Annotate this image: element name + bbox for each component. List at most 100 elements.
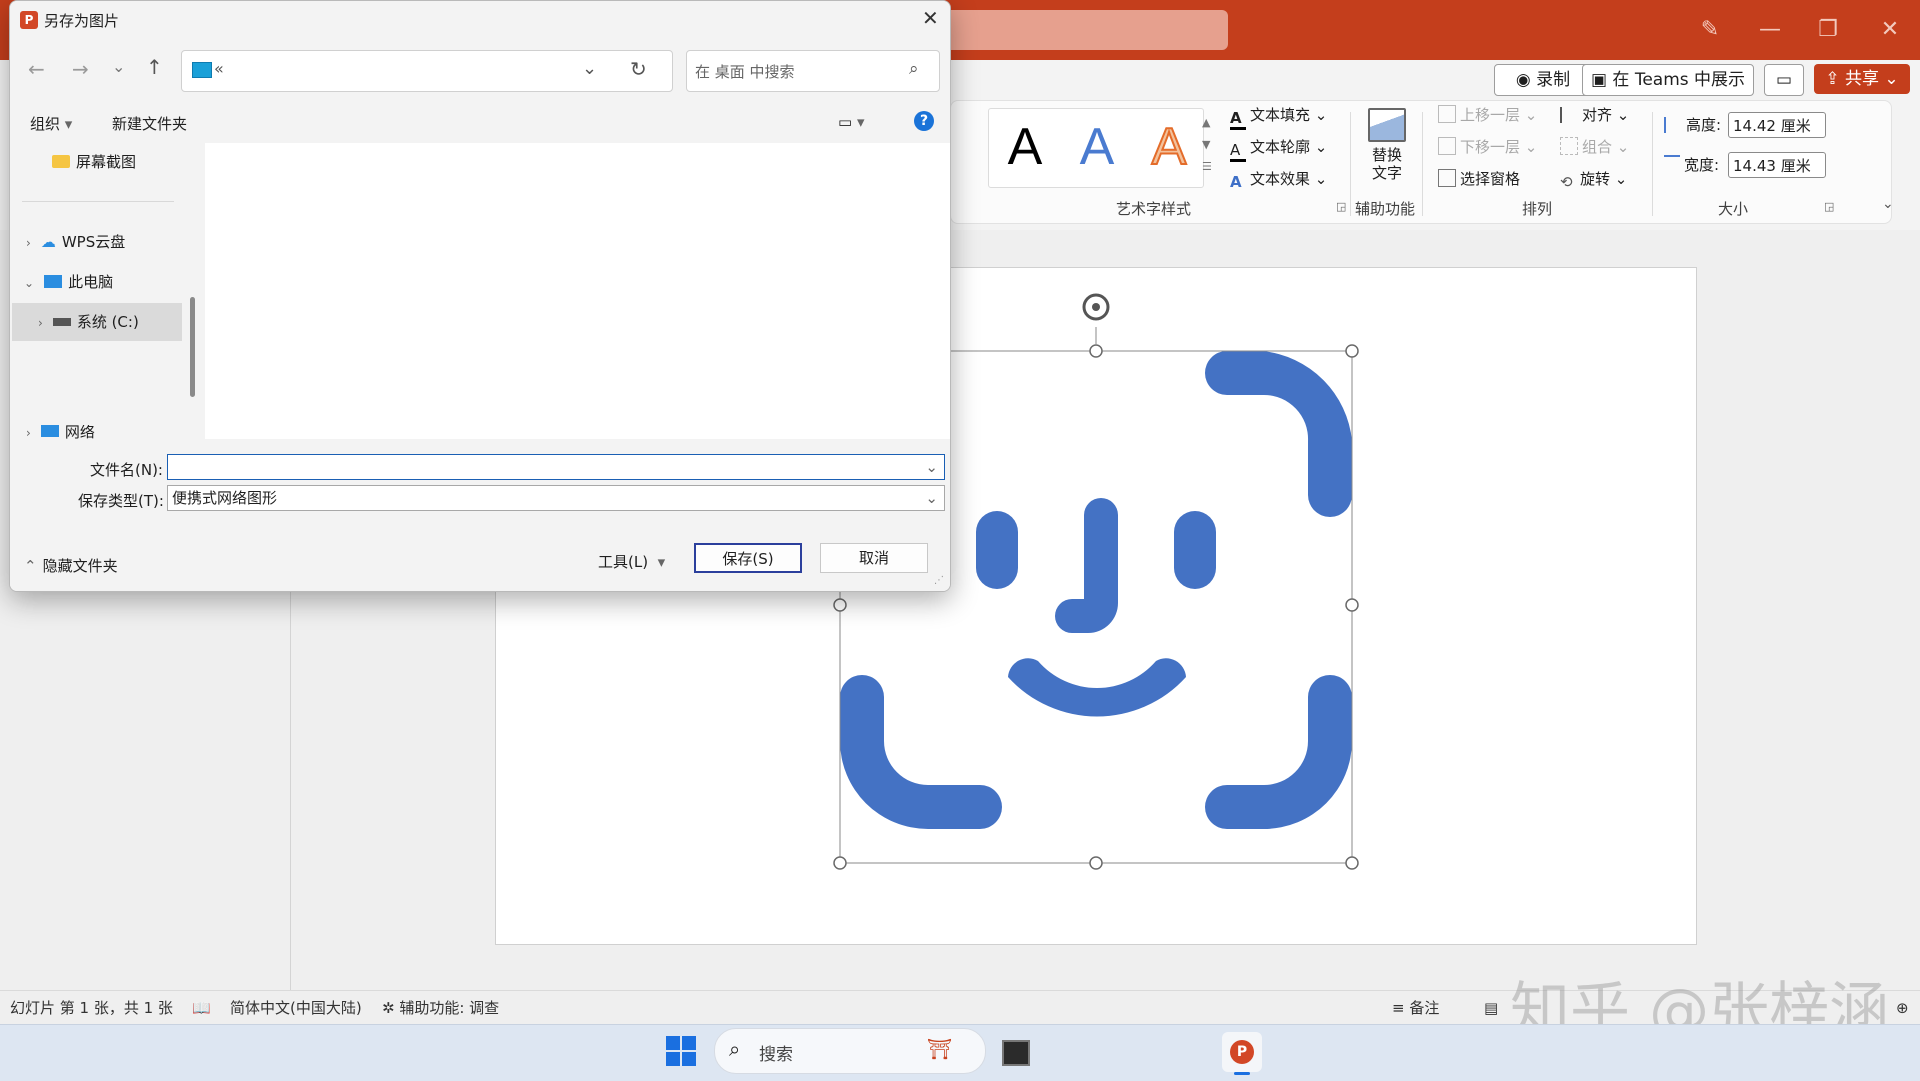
record-button[interactable]: ◉ 录制 (1494, 64, 1592, 96)
wordart-style-1[interactable]: A (995, 119, 1055, 175)
maximize-button[interactable]: ❐ (1808, 10, 1848, 50)
taskbar-search-placeholder: 搜索 (759, 1045, 793, 1065)
dialog-title-bar: P 另存为图片 ✕ (10, 1, 950, 39)
close-window-button[interactable]: ✕ (1870, 10, 1910, 50)
alt-text-icon (1368, 108, 1406, 142)
resize-handle (1345, 344, 1359, 358)
filename-dropdown-chevron-icon[interactable]: ⌄ (925, 455, 938, 479)
accessibility-status[interactable]: ✲ 辅助功能: 调查 (382, 991, 499, 1025)
present-in-teams-button[interactable]: ▣ 在 Teams 中展示 (1582, 64, 1754, 96)
width-input[interactable]: 14.43 厘米 (1728, 152, 1826, 178)
wordart-dialog-launcher-icon[interactable]: ◲ (1336, 200, 1346, 213)
task-view-icon[interactable] (1002, 1040, 1030, 1066)
comments-button[interactable]: ▭ (1764, 64, 1804, 96)
dialog-close-button[interactable]: ✕ (922, 6, 939, 30)
filetype-select[interactable]: 便携式网络图形 ⌄ (167, 485, 945, 511)
resize-handle (833, 856, 847, 870)
help-icon[interactable]: ? (914, 111, 934, 131)
align-button[interactable]: 对齐 ⌄ (1560, 104, 1629, 126)
bring-forward-icon (1438, 105, 1456, 123)
address-dropdown-chevron-icon[interactable]: ⌄ (582, 58, 597, 79)
alt-text-button[interactable]: 替换 文字 (1362, 108, 1412, 182)
height-label: 高度: (1664, 114, 1721, 136)
tools-menu[interactable]: 工具(L) ▾ (598, 551, 665, 572)
accessibility-icon: ✲ (382, 999, 400, 1017)
network-icon (40, 425, 59, 437)
text-fill-button[interactable]: A 文本填充 ⌄ (1230, 104, 1327, 130)
up-arrow-icon[interactable]: ↑ (146, 55, 163, 79)
filetype-dropdown-chevron-icon[interactable]: ⌄ (925, 486, 938, 510)
drive-icon (52, 318, 71, 326)
pen-icon[interactable]: ✎ (1690, 10, 1730, 50)
file-list-pane[interactable] (205, 143, 950, 439)
nav-item-screenshots[interactable]: 屏幕截图 (52, 147, 136, 177)
address-bar[interactable]: « ⌄ ↻ (181, 50, 673, 92)
text-effects-button[interactable]: A 文本效果 ⌄ (1230, 168, 1327, 191)
search-box[interactable]: 在 桌面 中搜索 ⌕ (686, 50, 940, 92)
taskbar-search-box[interactable]: ⌕ 搜索 ⛩ (714, 1028, 986, 1074)
view-options-button[interactable]: ▭ ▾ (838, 113, 865, 131)
bracket-top-right (1205, 351, 1352, 517)
dialog-title: 另存为图片 (44, 12, 120, 30)
send-backward-button[interactable]: 下移一层 ⌄ (1438, 136, 1537, 158)
right-eye (1174, 511, 1216, 589)
notes-button[interactable]: ≡ 备注 (1392, 991, 1439, 1025)
share-icon: ⇪ (1825, 69, 1845, 89)
expand-chevron-icon: › (26, 426, 31, 439)
nav-item-network[interactable]: › 网络 (26, 425, 95, 439)
resize-grip-icon[interactable]: ⋰ (934, 575, 944, 586)
fit-to-window-icon[interactable]: ⊕ (1896, 991, 1909, 1025)
slide-count-status[interactable]: 幻灯片 第 1 张，共 1 张 (10, 991, 173, 1025)
nav-scrollbar[interactable] (190, 297, 195, 397)
forward-arrow-icon[interactable]: → (72, 57, 89, 81)
text-outline-button[interactable]: A 文本轮廓 ⌄ (1230, 136, 1327, 162)
size-dialog-launcher-icon[interactable]: ◲ (1824, 200, 1834, 213)
refresh-icon[interactable]: ↻ (630, 57, 647, 81)
search-placeholder: 在 桌面 中搜索 (695, 63, 795, 81)
cloud-icon: ☁ (40, 233, 56, 251)
new-folder-button[interactable]: 新建文件夹 (112, 113, 187, 134)
height-input[interactable]: 14.42 厘米 (1728, 112, 1826, 138)
taskbar-powerpoint-app[interactable]: P (1222, 1032, 1262, 1075)
navigation-pane: 屏幕截图 › ☁ WPS云盘 ⌄ 此电脑 › 系统 (C:) › 网络 (10, 143, 185, 439)
back-arrow-icon[interactable]: ← (28, 57, 45, 81)
hide-folders-toggle[interactable]: ⌃ 隐藏文件夹 (24, 555, 118, 576)
nav-item-system-c[interactable]: › 系统 (C:) (38, 307, 139, 338)
group-divider (1350, 112, 1351, 216)
group-divider (1422, 112, 1423, 216)
share-button[interactable]: ⇪ 共享 ⌄ (1814, 64, 1910, 94)
save-button[interactable]: 保存(S) (694, 543, 802, 573)
recent-locations-chevron-icon[interactable]: ⌄ (112, 57, 125, 76)
nav-item-this-pc[interactable]: ⌄ 此电脑 (24, 267, 113, 298)
start-button[interactable] (666, 1036, 696, 1066)
cancel-button[interactable]: 取消 (820, 543, 928, 573)
book-icon[interactable]: 📖 (192, 991, 211, 1025)
wordart-gallery[interactable]: A A A (988, 108, 1204, 188)
resize-handle (1345, 598, 1359, 612)
dropdown-caret-icon: ▾ (64, 115, 73, 133)
resize-handle (833, 598, 847, 612)
search-icon[interactable]: ⌕ (909, 59, 919, 79)
filename-input[interactable]: ⌄ (167, 454, 945, 480)
address-breadcrumb[interactable]: « (214, 59, 224, 78)
bring-forward-button[interactable]: 上移一层 ⌄ (1438, 104, 1537, 126)
ribbon-expand-chevron-icon[interactable]: ⌄ (1882, 196, 1894, 212)
normal-view-icon[interactable]: ▤ (1484, 991, 1498, 1025)
selection-pane-button[interactable]: 选择窗格 (1438, 168, 1520, 190)
group-objects-button[interactable]: 组合 ⌄ (1560, 136, 1629, 158)
mouth (1008, 658, 1186, 717)
dropdown-caret-icon: ▾ (856, 113, 865, 131)
language-status[interactable]: 简体中文(中国大陆) (230, 991, 362, 1025)
nav-item-wps-cloud[interactable]: › ☁ WPS云盘 (26, 227, 125, 258)
align-icon (1560, 107, 1578, 123)
wordart-style-3[interactable]: A (1139, 118, 1199, 176)
wordart-style-2[interactable]: A (1067, 119, 1127, 175)
text-outline-icon: A (1230, 143, 1246, 162)
ppt-title-search-box[interactable] (940, 10, 1228, 50)
organize-menu[interactable]: 组织 ▾ (30, 113, 72, 134)
rotate-button[interactable]: ⟲ 旋转 ⌄ (1560, 168, 1627, 191)
desktop-folder-icon (192, 62, 212, 78)
wordart-gallery-scroll[interactable]: ▲ ▼ ☰ (1202, 112, 1212, 178)
text-fill-icon: A (1230, 111, 1246, 130)
minimize-button[interactable]: — (1750, 10, 1790, 50)
